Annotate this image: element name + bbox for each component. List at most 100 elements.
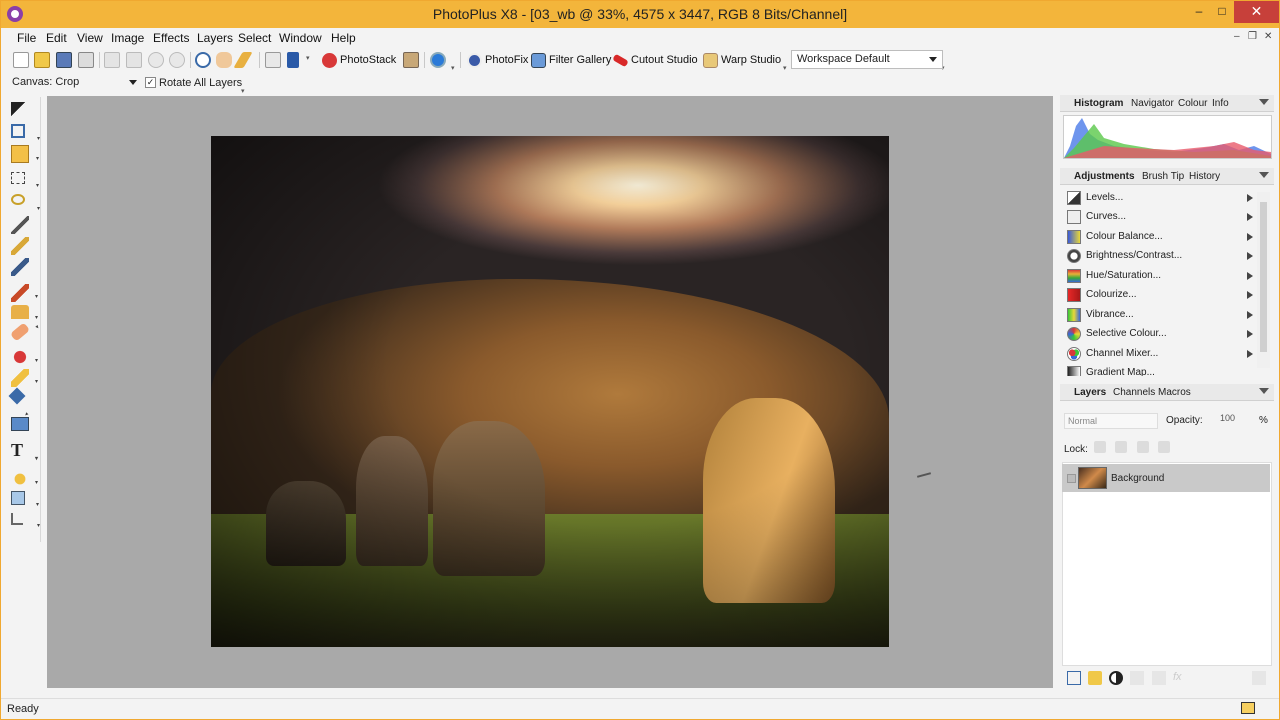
link-icon[interactable]	[1152, 671, 1166, 685]
close-button[interactable]: ✕	[1234, 1, 1279, 23]
rotate-all-layers-checkbox[interactable]: ✓	[145, 77, 156, 88]
panel-menu-icon[interactable]	[1259, 388, 1269, 394]
menu-view[interactable]: View	[77, 31, 103, 45]
layer-effects-icon[interactable]: fx	[1173, 671, 1187, 685]
red-eye-icon[interactable]: ▾	[11, 348, 38, 366]
tab-navigator[interactable]: Navigator	[1131, 98, 1174, 109]
adjustment-hue-saturation[interactable]: Hue/Saturation...	[1063, 267, 1253, 286]
photofix-button[interactable]: PhotoFix	[467, 51, 528, 69]
mask-icon[interactable]	[1130, 671, 1144, 685]
rectangle-selection-icon[interactable]: ▾	[11, 172, 39, 189]
adjustment-gradient-map[interactable]: Gradient Map...	[1063, 364, 1253, 376]
zoom-icon[interactable]	[195, 52, 211, 68]
adjustment-curves[interactable]: Curves...	[1063, 208, 1253, 227]
menu-window[interactable]: Window	[279, 31, 322, 45]
layer-visibility-icon[interactable]	[1067, 474, 1076, 483]
redo-icon[interactable]	[169, 52, 185, 68]
warp-studio-button[interactable]: Warp Studio	[703, 51, 781, 69]
text-tool-icon[interactable]: T ▾	[11, 441, 38, 462]
filter-gallery-button[interactable]: Filter Gallery	[531, 51, 611, 69]
tab-colour[interactable]: Colour	[1178, 98, 1207, 109]
node-edit-icon[interactable]: ▾	[11, 513, 40, 529]
lock-all-icon[interactable]	[1158, 441, 1170, 453]
tab-histogram[interactable]: Histogram	[1074, 98, 1123, 109]
canvas-mode-select[interactable]: Canvas: Crop	[8, 74, 140, 92]
workspace-select[interactable]: Workspace Default	[791, 50, 943, 69]
menu-effects[interactable]: Effects	[153, 31, 189, 45]
menu-help[interactable]: Help	[331, 31, 356, 45]
new-file-icon[interactable]	[13, 52, 29, 68]
undo-icon[interactable]	[148, 52, 164, 68]
menu-select[interactable]: Select	[238, 31, 271, 45]
move-tool-icon[interactable]	[11, 102, 29, 120]
color-picker-icon[interactable]	[11, 258, 29, 276]
panel-menu-icon[interactable]	[1259, 172, 1269, 178]
dropdown-arrow-icon[interactable]: ▾	[306, 54, 313, 62]
print-icon[interactable]	[78, 52, 94, 68]
brush-tool-icon[interactable]: ▾	[11, 284, 38, 302]
tab-adjustments[interactable]: Adjustments	[1074, 171, 1135, 182]
tab-channels[interactable]: Channels	[1113, 387, 1155, 398]
cutout-studio-button[interactable]: Cutout Studio	[612, 51, 698, 69]
tab-info[interactable]: Info	[1212, 98, 1229, 109]
ruler-icon[interactable]	[233, 52, 253, 68]
eraser-icon[interactable]: ▾	[11, 369, 38, 387]
adjustment-colourize[interactable]: Colourize...	[1063, 286, 1253, 305]
brush-import-icon[interactable]	[403, 52, 419, 68]
open-folder-icon[interactable]	[34, 52, 50, 68]
menu-image[interactable]: Image	[111, 31, 144, 45]
photostack-button[interactable]: PhotoStack	[322, 51, 396, 69]
adjustment-selective-colour[interactable]: Selective Colour...	[1063, 325, 1253, 344]
shape-tool-icon[interactable]: ▾	[11, 491, 39, 508]
doc-restore-button[interactable]: ❐	[1248, 31, 1257, 42]
blend-mode-select[interactable]: Normal	[1064, 413, 1158, 429]
tab-brush-tip[interactable]: Brush Tip	[1142, 171, 1184, 182]
clone-stamp-icon[interactable]: ▾	[11, 305, 38, 321]
menu-file[interactable]: File	[17, 31, 36, 45]
tab-layers[interactable]: Layers	[1074, 387, 1106, 398]
crop-tool-icon[interactable]: ▾	[11, 145, 39, 163]
lock-pixels-icon[interactable]	[1115, 441, 1127, 453]
save-icon[interactable]	[56, 52, 72, 68]
adjustments-scrollbar[interactable]	[1257, 192, 1270, 368]
paste-icon[interactable]	[126, 52, 142, 68]
document-canvas-area[interactable]	[47, 96, 1053, 688]
new-group-icon[interactable]	[1088, 671, 1102, 685]
panel-menu-icon[interactable]	[1259, 99, 1269, 105]
lasso-tool-icon[interactable]: ▾	[11, 194, 40, 212]
lock-position-icon[interactable]	[1137, 441, 1149, 453]
window-layout-icon[interactable]	[1241, 702, 1255, 714]
document-image[interactable]	[211, 136, 889, 647]
layer-row-background[interactable]: Background	[1062, 464, 1270, 492]
copy-icon[interactable]	[104, 52, 120, 68]
new-layer-icon[interactable]	[1067, 671, 1081, 685]
menu-layers[interactable]: Layers	[197, 31, 233, 45]
adjustment-channel-mixer[interactable]: Channel Mixer...	[1063, 345, 1253, 364]
adjustment-layer-icon[interactable]	[1109, 671, 1123, 685]
fill-bucket-icon[interactable]: ▾	[8, 387, 29, 418]
magic-wand-icon[interactable]	[11, 216, 29, 234]
hand-icon[interactable]	[216, 52, 232, 68]
paint-brush-icon[interactable]	[11, 237, 29, 255]
healing-brush-icon[interactable]: ▾	[9, 322, 41, 342]
menu-edit[interactable]: Edit	[46, 31, 67, 45]
tab-macros[interactable]: Macros	[1158, 387, 1191, 398]
help-icon[interactable]	[430, 52, 446, 68]
scrollbar-thumb[interactable]	[1260, 202, 1267, 352]
eyedropper-icon[interactable]	[265, 52, 281, 68]
doc-close-button[interactable]: ✕	[1264, 31, 1272, 42]
mesh-warp-icon[interactable]	[11, 417, 29, 431]
adjustment-vibrance[interactable]: Vibrance...	[1063, 306, 1253, 325]
lock-transparency-icon[interactable]	[1094, 441, 1106, 453]
delete-layer-icon[interactable]	[1252, 671, 1266, 685]
adjustment-levels[interactable]: Levels...	[1063, 189, 1253, 208]
adjustment-colour-balance[interactable]: Colour Balance...	[1063, 228, 1253, 247]
tab-history[interactable]: History	[1189, 171, 1220, 182]
pen-tool-icon[interactable]: ▾	[11, 470, 38, 488]
maximize-button[interactable]: □	[1208, 1, 1236, 23]
doc-minimize-button[interactable]: –	[1234, 31, 1240, 42]
pointer-icon[interactable]	[287, 52, 299, 68]
adjustment-brightness-contrast[interactable]: Brightness/Contrast...	[1063, 247, 1253, 266]
opacity-input[interactable]: 100	[1218, 411, 1248, 427]
deform-tool-icon[interactable]: ▾	[11, 124, 40, 142]
